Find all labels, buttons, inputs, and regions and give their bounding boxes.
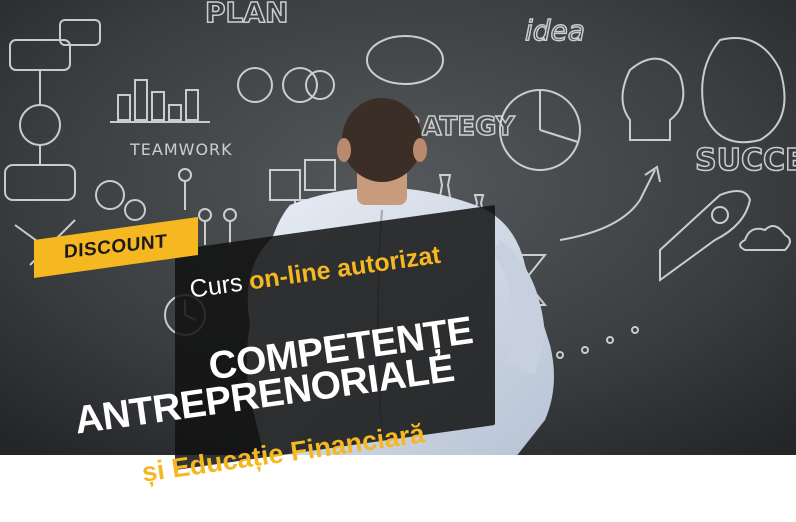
promo-banner[interactable]: TEAMWORK STRATEGY SUCCE PLAN idea DISCOU… bbox=[0, 0, 796, 522]
discount-label: DISCOUNT bbox=[64, 231, 168, 263]
subtitle-plain: Curs bbox=[188, 268, 245, 304]
